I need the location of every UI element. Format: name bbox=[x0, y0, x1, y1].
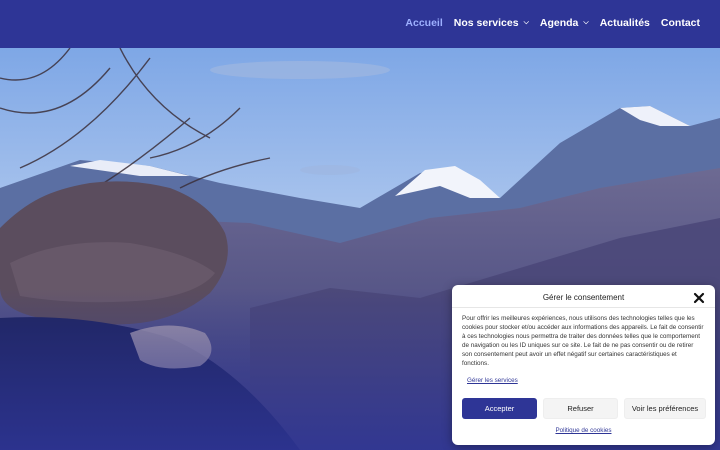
nav-item-agenda[interactable]: Agenda ⌵ bbox=[540, 17, 589, 29]
cookie-policy-link[interactable]: Politique de cookies bbox=[452, 427, 715, 434]
cookie-consent-dialog: Gérer le consentement Pour offrir les me… bbox=[452, 285, 715, 445]
view-preferences-button[interactable]: Voir les préférences bbox=[624, 398, 706, 419]
accept-button[interactable]: Accepter bbox=[462, 398, 537, 419]
chevron-down-icon: ⌵ bbox=[523, 19, 529, 26]
nav-item-contact[interactable]: Contact bbox=[661, 17, 700, 29]
nav-item-actualites[interactable]: Actualités bbox=[600, 17, 650, 29]
nav-label: Agenda bbox=[539, 17, 579, 29]
nav-item-nos-services[interactable]: Nos services ⌵ bbox=[454, 17, 529, 29]
nav-item-accueil[interactable]: Accueil bbox=[405, 17, 442, 29]
chevron-down-icon: ⌵ bbox=[583, 19, 589, 26]
refuse-button[interactable]: Refuser bbox=[543, 398, 618, 419]
main-nav: Accueil Nos services ⌵ Agenda ⌵ Actualit… bbox=[405, 17, 700, 29]
divider bbox=[452, 307, 715, 308]
nav-label: Accueil bbox=[405, 17, 443, 29]
manage-services-link[interactable]: Gérer les services bbox=[467, 377, 518, 384]
nav-label: Contact bbox=[660, 17, 700, 29]
site-header: Accueil Nos services ⌵ Agenda ⌵ Actualit… bbox=[0, 0, 720, 48]
dialog-title: Gérer le consentement bbox=[542, 293, 625, 302]
nav-label: Actualités bbox=[599, 17, 650, 29]
nav-label: Nos services bbox=[453, 17, 519, 29]
close-icon[interactable] bbox=[693, 291, 705, 304]
dialog-body-text: Pour offrir les meilleures expériences, … bbox=[462, 315, 704, 368]
